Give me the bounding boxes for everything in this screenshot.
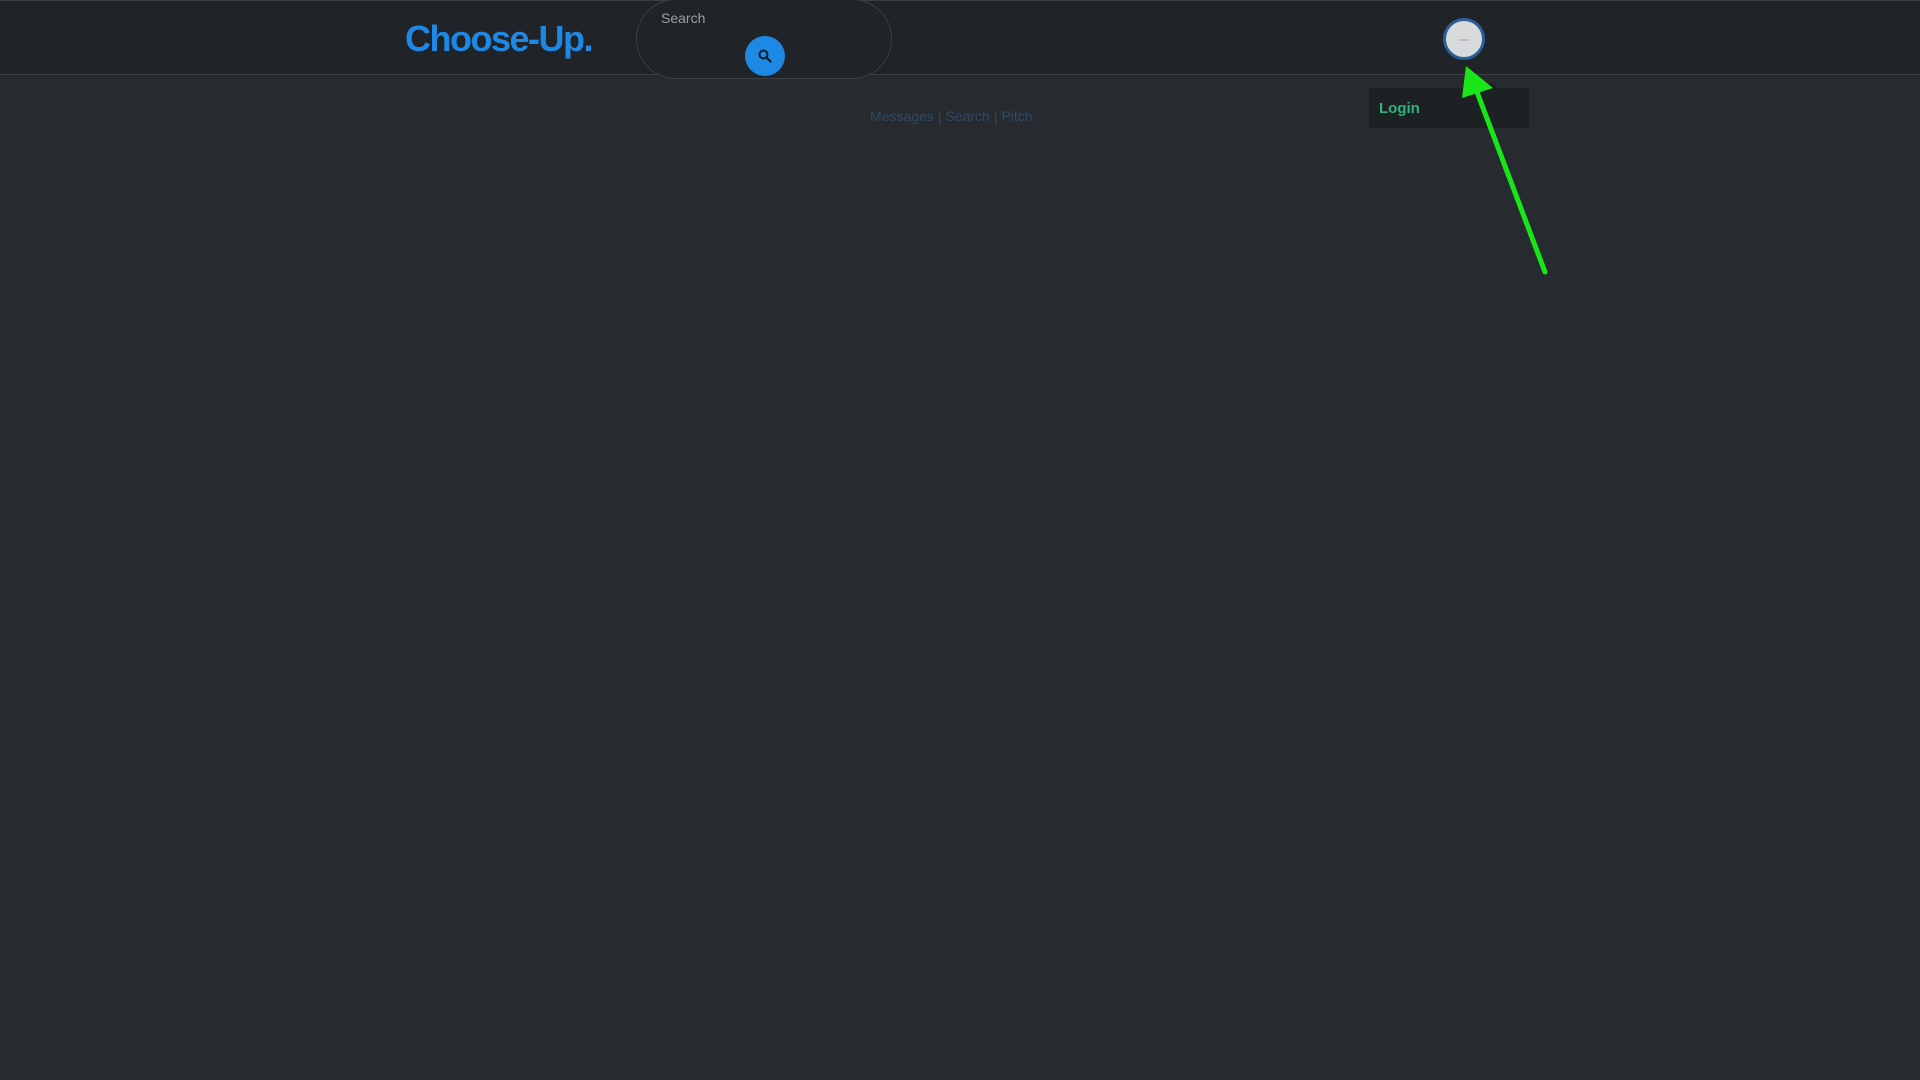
subnav-search-link[interactable]: Search <box>945 108 989 124</box>
top-navbar: Choose-Up. <box>0 0 1920 79</box>
dropdown-caret <box>1485 82 1497 88</box>
subnav-messages-link[interactable]: Messages <box>870 108 934 124</box>
user-avatar-button[interactable] <box>1443 18 1485 60</box>
annotation-arrow <box>1462 66 1548 275</box>
brand-name: Choose-Up <box>405 18 585 59</box>
subnav-pitch-link[interactable]: Pitch <box>1001 108 1032 124</box>
search-input[interactable] <box>659 6 863 30</box>
search-icon <box>758 49 772 63</box>
search-box <box>636 0 892 79</box>
login-link[interactable]: Login <box>1379 100 1420 117</box>
brand-logo[interactable]: Choose-Up. <box>405 18 594 60</box>
subnav-separator: | <box>937 108 942 124</box>
subnav-separator: | <box>993 108 998 124</box>
user-dropdown-menu: Login <box>1369 82 1529 128</box>
sub-navigation: Messages | Search | Pitch <box>870 108 1033 124</box>
avatar-icon <box>1459 39 1469 41</box>
search-button[interactable] <box>745 36 785 76</box>
brand-dot: . <box>583 18 594 59</box>
